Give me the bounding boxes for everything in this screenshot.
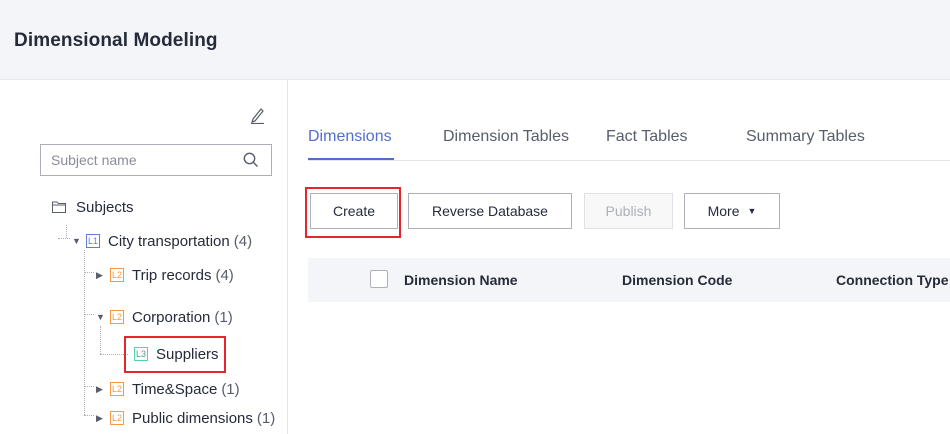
caret-right-icon[interactable]: ▶	[96, 270, 108, 281]
select-all-checkbox[interactable]	[370, 270, 388, 288]
tree-node-time-space[interactable]: ▶ L2 Time&Space (1)	[96, 376, 240, 402]
tree-node-city-transportation[interactable]: ▼ L1 City transportation (4)	[72, 228, 252, 254]
level-2-icon: L2	[110, 268, 124, 282]
tree-connector	[100, 326, 101, 354]
column-header-dimension-name[interactable]: Dimension Name	[404, 272, 518, 288]
reverse-database-button[interactable]: Reverse Database	[408, 193, 572, 229]
folder-icon	[52, 201, 66, 213]
edit-icon[interactable]	[248, 106, 266, 124]
more-button-label: More	[707, 203, 740, 219]
highlight-box-suppliers	[124, 336, 226, 373]
tree-node-label: Public dimensions	[132, 409, 253, 427]
tabs-divider	[308, 160, 950, 161]
publish-button[interactable]: Publish	[584, 193, 673, 229]
level-2-icon: L2	[110, 310, 124, 324]
tree-connector	[66, 225, 67, 238]
tree-node-label: Subjects	[76, 198, 134, 216]
tree-node-count: (1)	[214, 308, 233, 326]
tree-node-public-dimensions[interactable]: ▶ L2 Public dimensions (1)	[96, 405, 275, 431]
level-1-icon: L1	[86, 234, 100, 248]
highlight-box-create	[305, 187, 401, 238]
caret-down-icon[interactable]: ▼	[72, 236, 84, 246]
more-dropdown-button[interactable]: More ▼	[684, 193, 780, 229]
caret-right-icon[interactable]: ▶	[96, 413, 108, 424]
tab-dimensions[interactable]: Dimensions	[308, 128, 392, 146]
tree-connector	[84, 250, 85, 415]
tree-node-label: Corporation	[132, 308, 211, 326]
tree-node-label: Time&Space	[132, 380, 218, 398]
column-header-connection-type[interactable]: Connection Type	[836, 272, 949, 288]
tree-node-count: (4)	[215, 266, 234, 284]
table-header: Dimension Name Dimension Code Connection…	[308, 258, 950, 302]
subject-search-box[interactable]	[40, 144, 272, 176]
subject-search-input[interactable]	[41, 145, 231, 175]
tree-node-label: City transportation	[108, 232, 230, 250]
tree-connector	[84, 272, 94, 273]
tree-node-count: (1)	[256, 409, 276, 427]
tab-summary-tables[interactable]: Summary Tables	[746, 128, 865, 146]
caret-down-icon: ▼	[747, 206, 757, 216]
tree-connector	[84, 386, 94, 387]
tree-node-trip-records[interactable]: ▶ L2 Trip records (4)	[96, 262, 234, 288]
caret-down-icon[interactable]: ▼	[96, 312, 108, 322]
tab-dimension-tables[interactable]: Dimension Tables	[443, 128, 569, 146]
tree-node-subjects[interactable]: Subjects	[52, 194, 134, 220]
tree-connector	[84, 314, 94, 315]
tree-connector	[58, 238, 70, 239]
page-header: Dimensional Modeling	[0, 0, 950, 80]
tree-node-label: Trip records	[132, 266, 212, 284]
level-2-icon: L2	[110, 382, 124, 396]
tab-fact-tables[interactable]: Fact Tables	[606, 128, 688, 146]
caret-right-icon[interactable]: ▶	[96, 384, 108, 395]
tree-node-count: (1)	[221, 380, 240, 398]
search-icon[interactable]	[243, 152, 259, 168]
tree-connector	[84, 415, 94, 416]
column-header-dimension-code[interactable]: Dimension Code	[622, 272, 732, 288]
tree-node-corporation[interactable]: ▼ L2 Corporation (1)	[96, 304, 233, 330]
tree-node-count: (4)	[233, 232, 253, 250]
level-2-icon: L2	[110, 411, 124, 425]
page-title: Dimensional Modeling	[14, 30, 218, 51]
